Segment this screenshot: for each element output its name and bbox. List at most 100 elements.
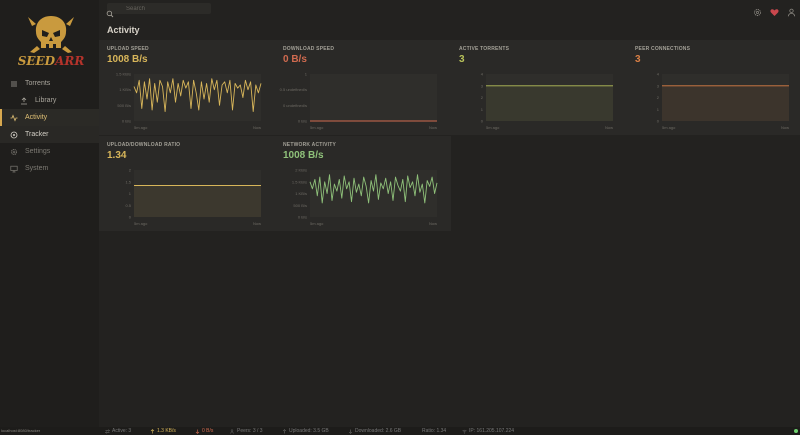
y-tick-label: 1 xyxy=(481,107,484,112)
sidebar-item-label: Activity xyxy=(25,114,48,121)
x-tick-label-end: Now xyxy=(429,221,437,226)
download-speed-chart: 1 0.5 undefined/s 0 undefined/s 0 B/s5m ago… xyxy=(280,72,437,131)
y-tick-label: 1.5 xyxy=(125,179,131,184)
y-tick-label: 500 B/s xyxy=(293,203,307,208)
series-area xyxy=(662,85,789,121)
page-title: Activity xyxy=(107,25,140,35)
y-tick-label: 500 B/s xyxy=(117,103,131,108)
metric-label: ACTIVE TORRENTS xyxy=(459,46,510,52)
status-ratio: Ratio: 1.34 xyxy=(422,428,446,434)
y-tick-label: 1 xyxy=(657,107,660,112)
search-input[interactable] xyxy=(118,5,208,12)
y-tick-label: 0.5 undefined/s xyxy=(280,87,307,92)
status-uploaded-label: Uploaded: 3.5 GB xyxy=(289,428,329,434)
metric-label: UPLOAD/DOWNLOAD RATIO xyxy=(107,142,181,148)
upload-icon xyxy=(150,428,155,434)
connection-status-indicator xyxy=(794,429,798,433)
x-tick-label-start: 5m ago xyxy=(310,221,324,226)
metric-label: UPLOAD SPEED xyxy=(107,46,149,52)
peer-connections-chart: 4 3 2 1 05m ago Now xyxy=(657,72,789,131)
y-tick-label: 4 xyxy=(657,72,660,77)
metric-value: 0 B/s xyxy=(283,54,307,65)
x-tick-label-start: 5m ago xyxy=(486,125,500,130)
sidebar-item-label: Settings xyxy=(25,148,51,155)
x-tick-label-start: 5m ago xyxy=(134,221,148,226)
x-tick-label-end: Now xyxy=(253,125,261,130)
search-box xyxy=(106,3,211,17)
metric-card-download-speed: DOWNLOAD SPEED 0 B/s 1 0.5 undefined/s 0 u… xyxy=(275,40,451,135)
status-download-label: 0 B/s xyxy=(202,428,214,434)
metric-card-peer-connections: PEER CONNECTIONS 3 4 3 2 1 0 5m ago Now xyxy=(627,40,800,135)
status-download: 0 B/s xyxy=(195,428,213,434)
y-tick-label: 0 B/s xyxy=(122,119,131,124)
metric-value: 1008 B/s xyxy=(107,54,148,65)
gear-icon xyxy=(9,147,19,157)
sidebar: SEEDARR Torrents Library Activity Tracke… xyxy=(0,0,99,427)
download-icon xyxy=(195,429,200,434)
y-tick-label: 1.5 KB/s xyxy=(116,72,131,77)
sidebar-item-settings[interactable]: Settings xyxy=(0,143,99,160)
y-tick-label: 0 B/s xyxy=(298,215,307,220)
y-tick-label: 3 xyxy=(481,83,484,88)
sidebar-item-label: Library xyxy=(35,97,57,104)
sidebar-item-torrents[interactable]: Torrents xyxy=(0,75,99,92)
library-icon xyxy=(19,96,29,106)
x-tick-label-end: Now xyxy=(253,221,261,226)
plot-area xyxy=(310,74,437,121)
upload-speed-chart: 1.5 KB/s 1 KB/s 500 B/s 0 B/s5m ago Now xyxy=(116,72,262,130)
sidebar-item-library[interactable]: Library xyxy=(0,92,99,109)
metric-label: PEER CONNECTIONS xyxy=(635,46,691,52)
gear-icon[interactable] xyxy=(753,4,762,16)
torrents-icon xyxy=(9,79,19,89)
user-icon[interactable] xyxy=(787,4,796,17)
status-upload: 1.3 KB/s xyxy=(150,428,176,434)
wifi-icon xyxy=(462,429,467,434)
heart-icon[interactable] xyxy=(770,4,779,16)
y-tick-label: 3 xyxy=(657,83,660,88)
y-tick-label: 0 xyxy=(481,119,484,124)
sidebar-item-tracker[interactable]: Tracker xyxy=(0,126,99,143)
y-tick-label: 0.5 xyxy=(125,203,131,208)
y-tick-label: 1.5 KB/s xyxy=(292,179,307,184)
search-icon[interactable] xyxy=(106,5,114,17)
swap-icon xyxy=(105,428,110,434)
sidebar-item-activity[interactable]: Activity xyxy=(0,109,99,126)
active-torrents-chart: 4 3 2 1 05m ago Now xyxy=(481,72,613,131)
y-tick-label: 2 xyxy=(129,168,132,173)
y-tick-label: 1 xyxy=(129,191,132,196)
x-tick-label-start: 5m ago xyxy=(662,125,676,130)
status-uploaded: Uploaded: 3.5 GB xyxy=(282,428,329,434)
status-active: Active: 3 xyxy=(105,428,131,434)
status-ratio-label: Ratio: 1.34 xyxy=(422,428,447,434)
y-tick-label: 4 xyxy=(481,72,484,77)
y-tick-label: 0 xyxy=(129,215,132,220)
upload-icon xyxy=(282,428,287,434)
status-bar: localhost:8080/tracker Active: 3 1.3 KB/… xyxy=(0,427,800,435)
sidebar-item-system[interactable]: System xyxy=(0,160,99,177)
app-logo-text: SEEDARR xyxy=(18,54,84,68)
sidebar-nav: Torrents Library Activity Tracker Settin… xyxy=(0,75,99,177)
sidebar-item-label: Tracker xyxy=(25,131,49,138)
status-downloaded: Downloaded: 2.6 GB xyxy=(348,428,401,434)
top-bar xyxy=(99,0,800,18)
x-tick-label-start: 5m ago xyxy=(134,125,148,130)
x-tick-label-end: Now xyxy=(429,125,437,130)
y-tick-label: 2 KB/s xyxy=(295,168,307,173)
y-tick-label: 2 xyxy=(481,95,484,100)
monitor-icon xyxy=(9,164,19,174)
activity-icon xyxy=(9,113,19,123)
download-icon xyxy=(348,429,353,434)
y-tick-label: 0 undefined/s xyxy=(283,103,307,108)
metric-card-active-torrents: ACTIVE TORRENTS 3 4 3 2 1 0 5m ago Now xyxy=(451,40,627,135)
metric-value: 3 xyxy=(635,54,641,65)
status-peers-label: Peers: 3 / 3 xyxy=(237,428,263,434)
metric-card-ratio: UPLOAD/DOWNLOAD RATIO 1.34 2 1.5 1 0.5 0 5m a… xyxy=(99,136,275,231)
status-active-label: Active: 3 xyxy=(112,428,132,434)
app-logo[interactable]: SEEDARR xyxy=(18,12,84,70)
tracker-icon xyxy=(9,130,19,140)
y-tick-label: 1 KB/s xyxy=(295,191,307,196)
status-url: localhost:8080/tracker xyxy=(1,428,41,433)
metric-value: 1.34 xyxy=(107,150,127,161)
metric-label: DOWNLOAD SPEED xyxy=(283,46,335,52)
metric-value: 3 xyxy=(459,54,465,65)
